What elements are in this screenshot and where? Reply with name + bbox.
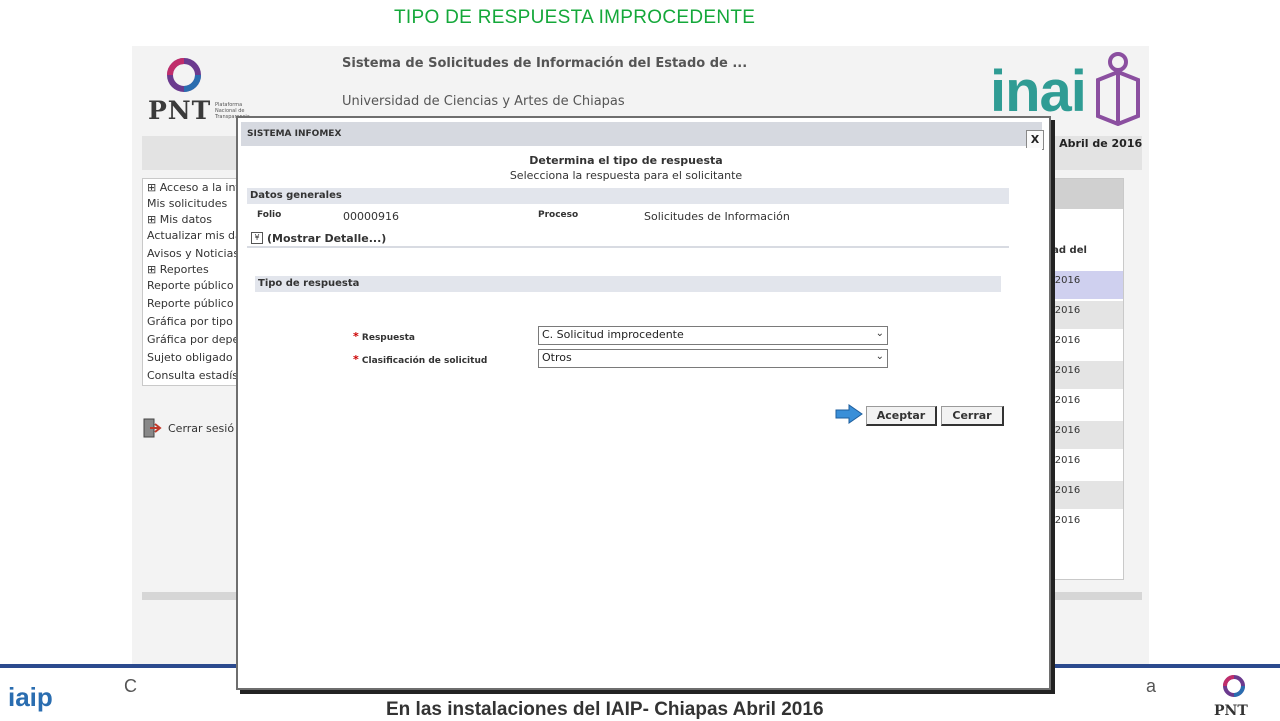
menu-item-consulta[interactable]: Consulta estadís xyxy=(147,369,238,382)
menu-item-actualizar[interactable]: Actualizar mis da xyxy=(147,229,242,242)
table-row[interactable]: 5/2016 xyxy=(1043,271,1123,299)
dialog-title: SISTEMA INFOMEX xyxy=(247,129,342,139)
table-row[interactable]: 5/2016 xyxy=(1043,361,1123,389)
table-row[interactable]: 5/2016 xyxy=(1043,511,1123,539)
slide-title: TIPO DE RESPUESTA IMPROCEDENTE xyxy=(394,7,756,28)
arrow-right-icon xyxy=(835,404,863,424)
menu-item-grafica-depe[interactable]: Gráfica por depe xyxy=(147,333,239,346)
table-row[interactable]: 5/2016 xyxy=(1043,421,1123,449)
respuesta-select[interactable]: C. Solicitud improcedente ⌄ xyxy=(538,326,888,345)
table-row[interactable]: 5/2016 xyxy=(1043,301,1123,329)
table-row[interactable]: 5/2016 xyxy=(1043,391,1123,419)
menu-item-mis-solicitudes[interactable]: Mis solicitudes xyxy=(147,197,227,210)
dialog-title-bar: SISTEMA INFOMEX X xyxy=(241,122,1044,150)
required-mark: * xyxy=(353,353,359,366)
required-mark: * xyxy=(353,330,359,343)
show-detail-label[interactable]: (Mostrar Detalle...) xyxy=(267,232,386,245)
clasificacion-selected-value: Otros xyxy=(542,351,572,364)
menu-item-acceso[interactable]: ⊞ Acceso a la inf xyxy=(147,181,239,194)
clasificacion-label-text: Clasificación de solicitud xyxy=(361,356,488,366)
cerrar-button[interactable]: Cerrar xyxy=(941,406,1004,426)
show-detail-toggle[interactable]: ¥ (Mostrar Detalle...) xyxy=(247,230,1009,248)
pnt-small-logo-text: PNT xyxy=(1214,703,1248,719)
slide-caption: En las instalaciones del IAIP- Chiapas A… xyxy=(386,699,824,720)
chevron-down-icon: ⌄ xyxy=(875,328,884,339)
system-title: Sistema de Solicitudes de Información de… xyxy=(342,56,748,71)
section-title: Datos generales xyxy=(250,190,342,201)
table-row[interactable]: 5/2016 xyxy=(1043,331,1123,359)
folio-value: 00000916 xyxy=(343,210,399,223)
table-column-header: dad del xyxy=(1045,245,1087,256)
infomex-dialog: SISTEMA INFOMEX X Determina el tipo de r… xyxy=(236,116,1051,690)
proceso-label: Proceso xyxy=(538,210,579,220)
section-datos-generales: Datos generales xyxy=(247,188,1009,204)
proceso-value: Solicitudes de Información xyxy=(644,210,790,223)
iaip-logo: iaip xyxy=(8,682,53,712)
folio-label: Folio xyxy=(257,210,282,220)
menu-item-grafica-tipo[interactable]: Gráfica por tipo xyxy=(147,315,233,328)
requests-table-panel: dad del 5/2016 5/2016 5/2016 5/2016 5/20… xyxy=(1042,178,1124,580)
menu-item-avisos[interactable]: Avisos y Noticias xyxy=(147,247,239,260)
table-row[interactable]: 5/2016 xyxy=(1043,451,1123,479)
section-title: Tipo de respuesta xyxy=(258,278,360,289)
menu-item-reporte-publico-1[interactable]: Reporte público xyxy=(147,279,234,292)
footer-text-left: C xyxy=(124,676,137,696)
menu-item-reporte-publico-2[interactable]: Reporte público xyxy=(147,297,234,310)
clasificacion-select[interactable]: Otros ⌄ xyxy=(538,349,888,368)
dialog-subheading: Selecciona la respuesta para el solicita… xyxy=(509,169,743,182)
chevron-down-icon: ⌄ xyxy=(875,351,884,362)
dialog-heading: Determina el tipo de respuesta xyxy=(529,154,723,167)
aceptar-button[interactable]: Aceptar xyxy=(866,406,937,426)
table-header-bar xyxy=(1043,179,1123,209)
menu-item-mis-datos[interactable]: ⊞ Mis datos xyxy=(147,213,212,226)
respuesta-selected-value: C. Solicitud improcedente xyxy=(542,328,684,341)
chevron-double-down-icon: ¥ xyxy=(251,232,263,244)
respuesta-label: * Respuesta xyxy=(353,330,415,343)
section-tipo-respuesta: Tipo de respuesta xyxy=(255,276,1001,292)
inai-logo-icon xyxy=(1096,52,1140,126)
clasificacion-label: * Clasificación de solicitud xyxy=(353,353,487,366)
logout-icon[interactable] xyxy=(142,418,162,438)
date-label: de Abril de 2016 xyxy=(1040,137,1143,150)
logout-link[interactable]: Cerrar sesió xyxy=(168,422,234,435)
pnt-logo-text: PNT xyxy=(148,96,212,125)
institution-name: Universidad de Ciencias y Artes de Chiap… xyxy=(342,94,625,109)
close-button[interactable]: X xyxy=(1026,130,1044,150)
dialog-body: Determina el tipo de respuesta Seleccion… xyxy=(241,148,1042,684)
menu-item-reportes[interactable]: ⊞ Reportes xyxy=(147,263,209,276)
inai-logo-text: inai xyxy=(990,59,1087,124)
menu-item-sujeto-obligado[interactable]: Sujeto obligado xyxy=(147,351,233,364)
footer-text-right: a xyxy=(1146,676,1157,696)
respuesta-label-text: Respuesta xyxy=(361,333,415,343)
left-menu: ⊞ Acceso a la inf Mis solicitudes ⊞ Mis … xyxy=(142,178,242,386)
table-row[interactable]: 5/2016 xyxy=(1043,481,1123,509)
